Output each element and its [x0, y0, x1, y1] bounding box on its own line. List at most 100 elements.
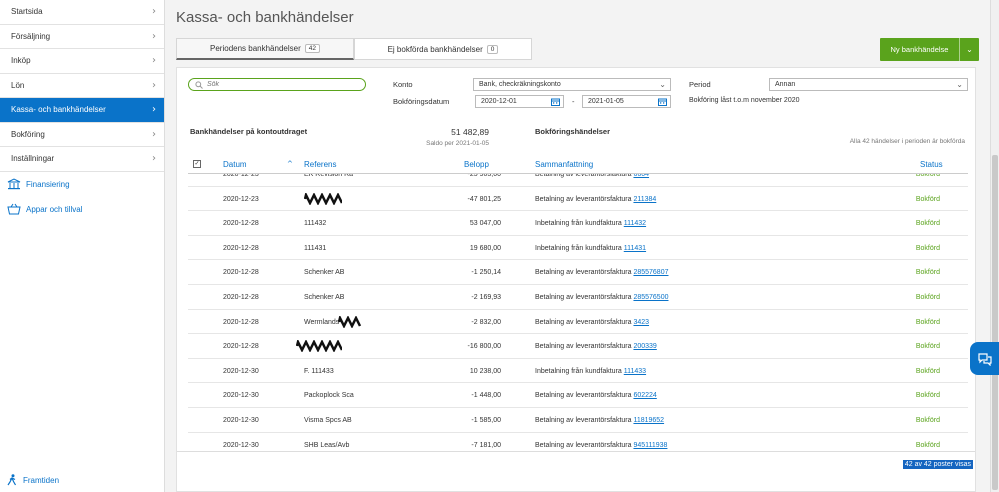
search-input[interactable]: [207, 81, 357, 88]
new-bank-event-button[interactable]: Ny bankhändelse ⌄: [880, 38, 979, 61]
chevron-right-icon: ›: [152, 153, 156, 165]
invoice-link[interactable]: 111432: [624, 220, 646, 227]
sidebar-item[interactable]: Kassa- och bankhändelser ›: [0, 98, 164, 123]
date-from-value: 2020-12-01: [481, 98, 517, 105]
invoice-link[interactable]: 602224: [633, 392, 656, 399]
row-count: 42 av 42 poster visas: [902, 460, 973, 469]
cell-summary: Betalning av leverantörsfaktura 200339: [535, 343, 657, 350]
table-row[interactable]: 2020-12-30 F. 111433 10 238,00 Inbetalning …: [188, 359, 968, 384]
cell-summary: Betalning av leverantörsfaktura 94511193…: [535, 442, 667, 449]
invoice-link[interactable]: 111431: [624, 245, 646, 252]
table-row[interactable]: 2020-12-30 Visma Spcs AB -1 585,00 Betalnin…: [188, 408, 968, 433]
chevron-right-icon: ›: [152, 128, 156, 140]
cell-summary-text: Betalning av leverantörsfaktura: [535, 318, 632, 326]
column-header-status[interactable]: Status: [920, 160, 943, 169]
period-select[interactable]: Annan ⌄: [769, 78, 968, 91]
scrollbar-thumb[interactable]: [992, 155, 998, 490]
cell-date: 2020-12-28: [223, 244, 259, 252]
bookkeeping-title: Bokföringshändelser: [535, 127, 611, 136]
invoice-link[interactable]: 285576500: [633, 294, 668, 301]
cell-date: 2020-12-30: [223, 441, 259, 449]
invoice-link[interactable]: 111433: [624, 368, 646, 375]
invoice-link[interactable]: 6604: [633, 174, 649, 178]
invoice-link[interactable]: 3423: [633, 319, 649, 326]
sidebar-item[interactable]: Inställningar ›: [0, 147, 164, 172]
cell-reference: Packoplock Sca: [304, 392, 354, 400]
chevron-right-icon: ›: [152, 104, 156, 116]
cell-summary: Betalning av leverantörsfaktura 211384: [535, 196, 656, 203]
calendar-icon[interactable]: [658, 98, 667, 106]
sidebar-item-label: Försäljning: [11, 31, 51, 41]
sidebar-item-label: Inköp: [11, 56, 31, 66]
chat-icon: [977, 352, 992, 366]
cell-summary-text: Betalning av leverantörsfaktura: [535, 417, 632, 424]
sidebar-item[interactable]: Inköp ›: [0, 49, 164, 74]
statement-amount: 51 482,89: [451, 127, 489, 137]
table-row[interactable]: 2020-12-30 Packoplock Sca -1 448,00 Betalni…: [188, 383, 968, 408]
cell-status: Bokförd: [915, 392, 940, 400]
bank-events-panel: Konto Bank, checkräkningskonto ⌄ Period …: [176, 67, 976, 492]
tab-label: Ej bokförda bankhändelser: [387, 44, 483, 54]
cell-amount: -25 903,00: [467, 174, 501, 178]
sidebar-item-framtiden[interactable]: Framtiden: [7, 474, 59, 486]
date-to-value: 2021-01-05: [588, 98, 624, 105]
page-scrollbar[interactable]: [990, 0, 999, 492]
column-header-summary[interactable]: Sammanfattning: [535, 160, 593, 169]
sidebar-item[interactable]: Försäljning ›: [0, 25, 164, 49]
cell-summary-text: Betalning av leverantörsfaktura: [535, 174, 632, 178]
cell-status: Bokförd: [915, 367, 940, 375]
table-row[interactable]: 2020-12-28 -16 800,00 Betalning av leveran…: [188, 334, 968, 359]
cell-date: 2020-12-28: [223, 269, 259, 277]
table-row[interactable]: 2020-12-28 Schenker AB -2 169,93 Betalning …: [188, 285, 968, 310]
konto-select[interactable]: Bank, checkräkningskonto ⌄: [473, 78, 671, 91]
invoice-link[interactable]: 285576807: [633, 269, 668, 276]
cell-summary: Betalning av leverantörsfaktura 11819652: [535, 417, 664, 424]
tab-periodens-bankhandelser[interactable]: Periodens bankhändelser 42: [176, 38, 354, 60]
table-footer: 42 av 42 poster visas: [177, 451, 975, 491]
tab-ej-bokforda[interactable]: Ej bokförda bankhändelser 0: [354, 38, 532, 60]
cell-status: Bokförd: [915, 343, 940, 351]
redaction-mark: [338, 315, 362, 328]
cell-status: Bokförd: [915, 244, 940, 252]
invoice-link[interactable]: 211384: [633, 196, 656, 203]
sidebar-item[interactable]: Lön ›: [0, 74, 164, 98]
column-header-date[interactable]: Datum: [223, 160, 247, 169]
chevron-right-icon: ›: [152, 79, 156, 91]
sidebar-item[interactable]: Startsida ›: [0, 0, 164, 25]
sidebar-item-finansiering[interactable]: Finansiering: [0, 172, 164, 197]
cell-summary-text: Inbetalning från kundfaktura: [535, 220, 622, 228]
invoice-link[interactable]: 945111938: [633, 442, 667, 449]
column-header-reference[interactable]: Referens: [304, 160, 336, 169]
table-row[interactable]: 2020-12-23 EK Revision Ra -25 903,00 Betaln…: [188, 174, 968, 187]
column-header-amount[interactable]: Belopp: [464, 160, 489, 169]
cell-status: Bokförd: [915, 318, 940, 326]
sort-up-icon[interactable]: ^: [287, 160, 293, 168]
table-row[interactable]: 2020-12-28 111431 19 680,00 Inbetalning frå…: [188, 236, 968, 261]
invoice-link[interactable]: 11819652: [633, 417, 664, 424]
table-row[interactable]: 2020-12-23 -47 801,25 Betalning av leveran…: [188, 187, 968, 212]
calendar-icon[interactable]: [551, 98, 560, 106]
new-bank-event-label: Ny bankhändelse: [890, 45, 949, 54]
chat-button[interactable]: [970, 342, 999, 375]
select-all-checkbox[interactable]: ✓: [193, 160, 201, 168]
date-from-input[interactable]: 2020-12-01: [475, 95, 564, 108]
chevron-down-icon[interactable]: ⌄: [959, 38, 979, 61]
cell-date: 2020-12-30: [223, 417, 259, 424]
table-row[interactable]: 2020-12-28 Wermlands -2 832,00 Betalning av…: [188, 310, 968, 335]
cell-amount: -16 800,00: [467, 343, 501, 351]
cell-date: 2020-12-28: [223, 343, 259, 351]
date-to-input[interactable]: 2021-01-05: [582, 95, 671, 108]
table-row[interactable]: 2020-12-30 SHB Leas/Avb -7 181,00 Betalning…: [188, 433, 968, 452]
cell-amount: -1 448,00: [471, 392, 501, 400]
table-row[interactable]: 2020-12-28 Schenker AB -1 250,14 Betalning …: [188, 260, 968, 285]
bank-statement-title: Bankhändelser på kontoutdraget: [190, 127, 308, 136]
sidebar-item-appar[interactable]: Appar och tillval: [0, 197, 164, 222]
cell-status: Bokförd: [915, 174, 940, 178]
cell-date: 2020-12-30: [223, 392, 259, 400]
invoice-link[interactable]: 200339: [633, 343, 656, 350]
search-icon: [195, 80, 203, 89]
table-row[interactable]: 2020-12-28 111432 53 047,00 Inbetalning frå…: [188, 211, 968, 236]
cell-status: Bokförd: [915, 294, 940, 301]
cell-summary: Betalning av leverantörsfaktura 602224: [535, 392, 657, 399]
sidebar-item[interactable]: Bokföring ›: [0, 123, 164, 147]
